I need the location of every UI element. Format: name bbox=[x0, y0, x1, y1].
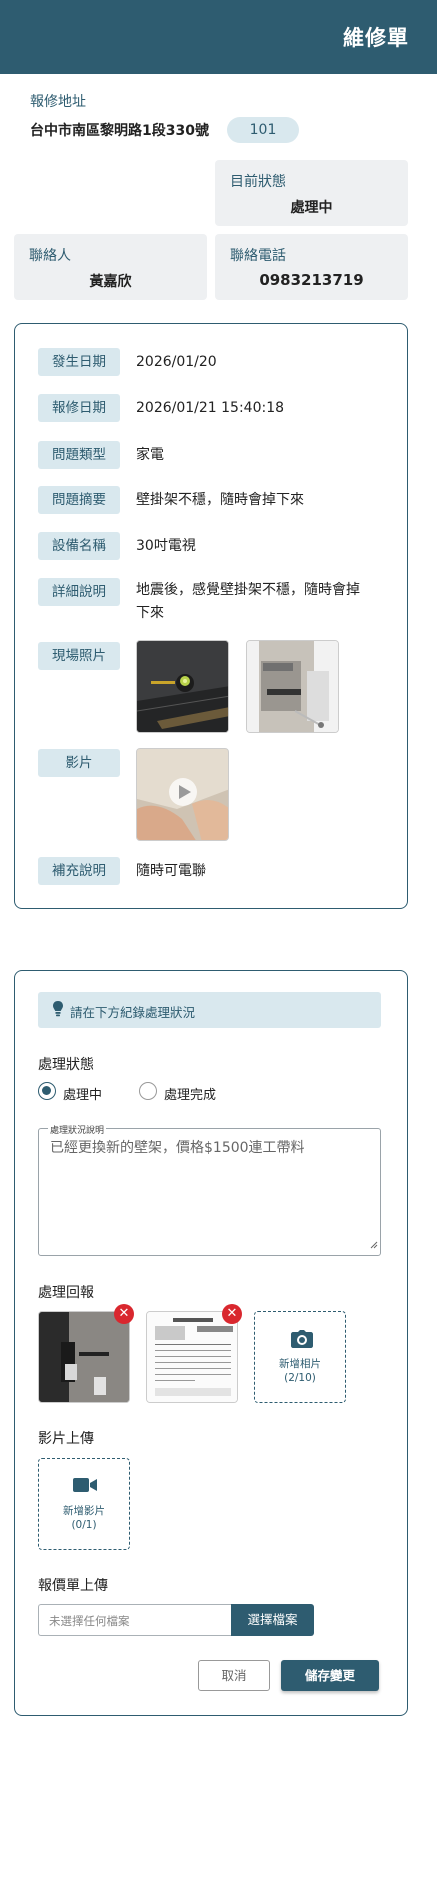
video-label: 影片 bbox=[38, 749, 120, 777]
note-label: 補充說明 bbox=[38, 857, 120, 885]
report-date-value: 2026/01/21 15:40:18 bbox=[136, 400, 285, 416]
site-video[interactable] bbox=[136, 748, 229, 841]
save-changes-button[interactable]: 儲存變更 bbox=[281, 1660, 379, 1691]
app-header: 維修單 bbox=[0, 0, 437, 74]
radio-completed-label[interactable]: 處理完成 bbox=[164, 1084, 216, 1103]
add-video-count: (0/1) bbox=[71, 1519, 97, 1531]
device-value: 30吋電視 bbox=[136, 538, 196, 554]
add-video-button[interactable]: 新增影片 (0/1) bbox=[38, 1458, 130, 1550]
contact-box: 聯絡人 黃嘉欣 bbox=[14, 234, 207, 300]
cancel-button[interactable]: 取消 bbox=[198, 1660, 270, 1691]
radio-in-progress-label[interactable]: 處理中 bbox=[63, 1084, 102, 1103]
contact-label: 聯絡人 bbox=[29, 248, 71, 264]
camera-icon bbox=[291, 1330, 313, 1352]
page-title: 維修單 bbox=[343, 26, 409, 50]
address-value: 台中市南區黎明路1段330號 bbox=[30, 123, 209, 139]
radio-completed[interactable] bbox=[139, 1082, 157, 1100]
site-photo-1[interactable] bbox=[136, 640, 229, 733]
reply-label: 處理回報 bbox=[38, 1285, 94, 1301]
remove-reply-photo-2-button[interactable]: ✕ bbox=[222, 1304, 242, 1324]
choose-file-button[interactable]: 選擇檔案 bbox=[231, 1604, 314, 1636]
photos-label: 現場照片 bbox=[38, 642, 120, 670]
hint-banner: 請在下方紀錄處理狀況 bbox=[38, 992, 381, 1028]
video-upload-label: 影片上傳 bbox=[38, 1431, 94, 1447]
site-photo-2[interactable] bbox=[246, 640, 339, 733]
add-photo-count: (2/10) bbox=[284, 1372, 316, 1384]
status-value: 處理中 bbox=[290, 200, 333, 216]
file-input-placeholder: 未選擇任何檔案 bbox=[49, 1614, 130, 1628]
description-label: 詳細說明 bbox=[38, 578, 120, 606]
device-label: 設備名稱 bbox=[38, 532, 120, 560]
occur-date-label: 發生日期 bbox=[38, 348, 120, 376]
quote-upload-label: 報價單上傳 bbox=[38, 1578, 108, 1594]
lightbulb-icon bbox=[52, 1000, 64, 1022]
radio-in-progress[interactable] bbox=[38, 1082, 56, 1100]
report-date-label: 報修日期 bbox=[38, 394, 120, 422]
reply-photo-1[interactable] bbox=[38, 1311, 130, 1403]
process-status-label: 處理狀態 bbox=[38, 1057, 94, 1073]
reply-photo-2[interactable] bbox=[146, 1311, 238, 1403]
resize-grip-icon[interactable] bbox=[370, 1234, 378, 1253]
process-notes-value[interactable]: 已經更換新的壁架，價格$1500連工帶料 bbox=[50, 1137, 305, 1157]
description-line-2: 下來 bbox=[136, 605, 164, 621]
process-notes-legend: 處理狀況說明 bbox=[48, 1123, 107, 1136]
process-notes-textarea[interactable]: 處理狀況說明 已經更換新的壁架，價格$1500連工帶料 bbox=[38, 1123, 381, 1256]
description-line-1: 地震後，感覺壁掛架不穩，隨時會掉 bbox=[136, 582, 360, 598]
occur-date-value: 2026/01/20 bbox=[136, 354, 217, 370]
issue-type-value: 家電 bbox=[136, 447, 164, 463]
issue-type-label: 問題類型 bbox=[38, 441, 120, 469]
phone-label: 聯絡電話 bbox=[230, 248, 286, 264]
note-value: 隨時可電聯 bbox=[136, 863, 206, 879]
add-photo-button[interactable]: 新增相片 (2/10) bbox=[254, 1311, 346, 1403]
video-camera-icon bbox=[73, 1477, 97, 1497]
add-video-label: 新增影片 bbox=[63, 1505, 105, 1517]
hint-text: 請在下方紀錄處理狀況 bbox=[70, 1005, 196, 1020]
summary-value: 壁掛架不穩，隨時會掉下來 bbox=[136, 492, 304, 508]
contact-value: 黃嘉欣 bbox=[89, 274, 132, 290]
status-label: 目前狀態 bbox=[230, 174, 286, 190]
add-photo-label: 新增相片 bbox=[279, 1358, 321, 1370]
phone-value[interactable]: 0983213719 bbox=[215, 271, 408, 289]
remove-reply-photo-1-button[interactable]: ✕ bbox=[114, 1304, 134, 1324]
phone-box: 聯絡電話 0983213719 bbox=[215, 234, 408, 300]
summary-label: 問題摘要 bbox=[38, 486, 120, 514]
room-number-badge: 101 bbox=[227, 117, 299, 143]
address-label: 報修地址 bbox=[30, 94, 86, 110]
quote-file-input[interactable]: 未選擇任何檔案 bbox=[38, 1604, 231, 1636]
status-box: 目前狀態 處理中 bbox=[215, 160, 408, 226]
